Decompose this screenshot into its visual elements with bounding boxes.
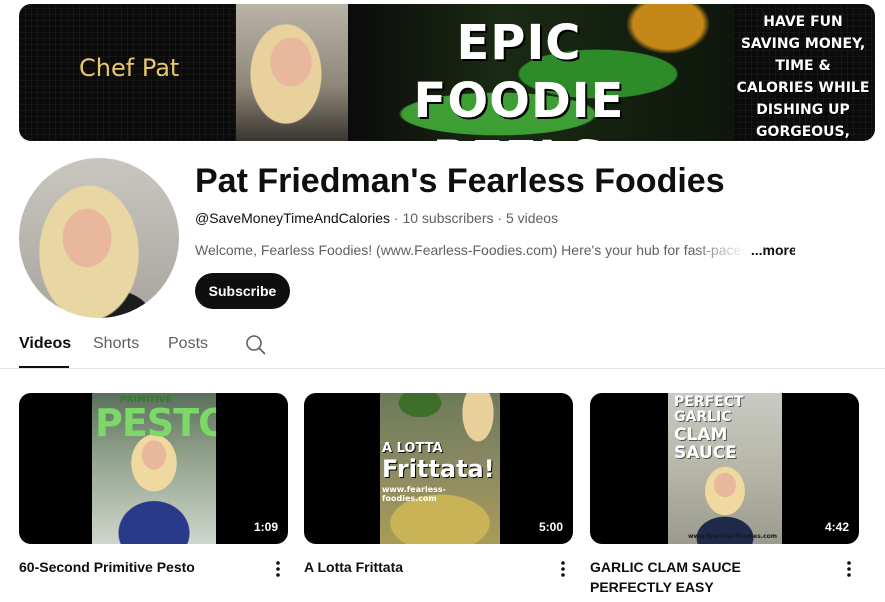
banner-tagline: HAVE FUN SAVING MONEY, TIME & CALORIES W… xyxy=(736,14,870,140)
video-duration: 4:42 xyxy=(824,520,849,534)
more-vert-icon[interactable] xyxy=(553,558,573,580)
thumbnail-caption-top: A LOTTA xyxy=(382,441,443,456)
thumbnail-image: PRIMITIVE PESTO xyxy=(92,393,216,544)
more-vert-icon[interactable] xyxy=(839,558,859,580)
description-text: Welcome, Fearless Foodies! (www.Fearless… xyxy=(195,242,747,258)
thumbnail-caption-url: www.fearless-foodies.com xyxy=(382,485,446,503)
subscriber-count: 10 subscribers xyxy=(402,210,494,226)
thumbnail-caption-main: CLAM SAUCE xyxy=(674,425,737,463)
banner-headline-line1: EPIC FOODIE xyxy=(413,15,625,129)
banner-photo xyxy=(236,4,348,141)
video-card[interactable]: PRIMITIVE PESTO 1:09 60-Second Primitive… xyxy=(19,393,288,577)
thumbnail-image: PERFECT GARLIC CLAM SAUCE www.fearless-f… xyxy=(668,393,782,544)
video-thumbnail[interactable]: A LOTTA Frittata! www.fearless-foodies.c… xyxy=(304,393,573,544)
meta-separator: · xyxy=(393,210,399,226)
video-card[interactable]: PERFECT GARLIC CLAM SAUCE www.fearless-f… xyxy=(590,393,859,595)
more-vert-icon[interactable] xyxy=(268,558,288,580)
video-duration: 5:00 xyxy=(538,520,563,534)
thumbnail-caption-top: PERFECT GARLIC xyxy=(674,394,744,425)
tab-videos[interactable]: Videos xyxy=(19,335,71,353)
video-thumbnail[interactable]: PRIMITIVE PESTO 1:09 xyxy=(19,393,288,544)
video-title[interactable]: GARLIC CLAM SAUCE PERFECTLY EASY xyxy=(590,557,825,597)
thumbnail-caption-main: Frittata! xyxy=(382,455,495,483)
banner-headline-line2: REELS xyxy=(349,130,689,141)
thumbnail-image: A LOTTA Frittata! www.fearless-foodies.c… xyxy=(380,393,500,544)
thumbnail-caption-url: www.fearless-foodies.com xyxy=(688,533,778,540)
video-count: 5 videos xyxy=(505,210,559,226)
channel-title: Pat Friedman's Fearless Foodies xyxy=(195,162,725,200)
more-link[interactable]: ...more xyxy=(751,242,795,258)
banner-chef-name: Chef Pat xyxy=(79,54,180,82)
video-title[interactable]: A Lotta Frittata xyxy=(304,557,539,577)
meta-separator: · xyxy=(497,210,503,226)
video-title[interactable]: 60-Second Primitive Pesto xyxy=(19,557,254,577)
video-card[interactable]: A LOTTA Frittata! www.fearless-foodies.c… xyxy=(304,393,573,577)
video-thumbnail[interactable]: PERFECT GARLIC CLAM SAUCE www.fearless-f… xyxy=(590,393,859,544)
active-tab-indicator xyxy=(19,366,69,368)
channel-description[interactable]: Welcome, Fearless Foodies! (www.Fearless… xyxy=(195,242,795,258)
channel-tabs: Videos Shorts Posts xyxy=(0,330,885,369)
subscribe-button[interactable]: Subscribe xyxy=(195,273,290,309)
channel-banner: Chef Pat EPIC FOODIE REELS HAVE FUN SAVI… xyxy=(19,4,875,141)
thumbnail-caption-main: PESTO xyxy=(95,401,216,445)
channel-avatar[interactable] xyxy=(19,158,179,318)
tab-posts[interactable]: Posts xyxy=(168,335,208,353)
video-duration: 1:09 xyxy=(253,520,278,534)
search-icon[interactable] xyxy=(245,334,267,356)
channel-handle: @SaveMoneyTimeAndCalories xyxy=(195,210,390,226)
tab-shorts[interactable]: Shorts xyxy=(93,335,139,353)
channel-meta: @SaveMoneyTimeAndCalories · 10 subscribe… xyxy=(195,210,558,226)
banner-headline: EPIC FOODIE REELS xyxy=(349,14,689,141)
